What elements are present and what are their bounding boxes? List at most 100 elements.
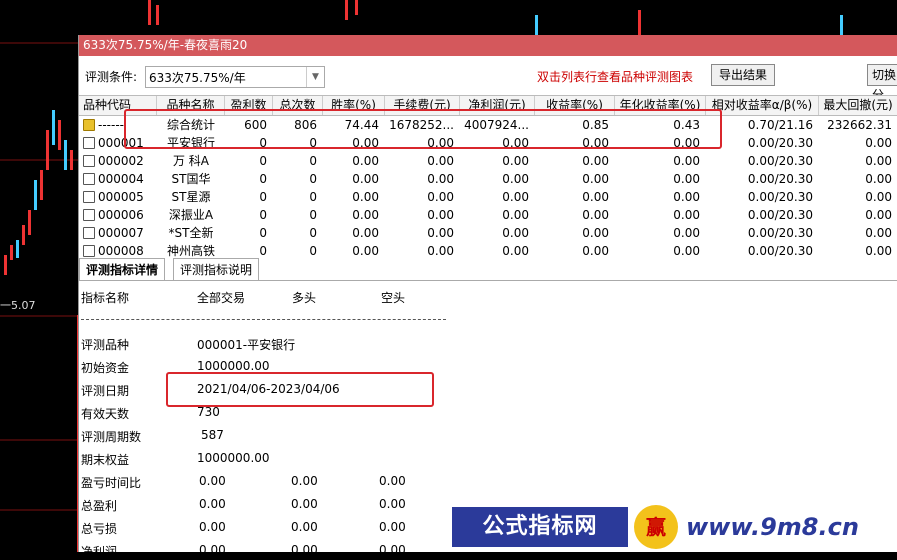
detail-label: 有效天数 xyxy=(81,407,130,421)
table-cell: 0 xyxy=(259,208,267,222)
table-cell: 0.70/21.16 xyxy=(747,118,813,132)
table-cell: 0.00 xyxy=(427,172,454,186)
detail-label: 评测周期数 xyxy=(81,430,142,444)
watermark: 公式指标网 赢 www.9m8.cn xyxy=(448,503,897,552)
cell-text: 000008 xyxy=(98,244,144,258)
column-header[interactable]: 相对收益率α/β(%) xyxy=(706,96,819,115)
detail-value: 1000000.00 xyxy=(197,359,270,373)
detail-label: 期末权益 xyxy=(81,453,130,467)
table-cell: 0.00 xyxy=(865,208,892,222)
table-row[interactable]: 000002 万 科A 0 0 0.00 0.00 0.00 0.00 0.00 0.00/20.… xyxy=(79,152,897,170)
cell-text: 000006 xyxy=(98,208,144,222)
summary-icon xyxy=(83,119,95,131)
detail-header-all: 全部交易 xyxy=(197,291,246,305)
table-cell: 232662.31 xyxy=(827,118,892,132)
table-cell: 0.00 xyxy=(673,190,700,204)
detail-value: 0.00 xyxy=(199,474,226,488)
table-cell: 000006 xyxy=(79,206,157,224)
table-cell: 0.00 xyxy=(582,172,609,186)
table-cell: 000007 xyxy=(79,224,157,242)
evaluation-dialog: 633次75.75%/年-春夜喜雨20 评测条件: 633次75.75%/年 ▼… xyxy=(78,35,897,559)
table-cell: 0.00 xyxy=(427,208,454,222)
table-cell: 0.00 xyxy=(673,154,700,168)
detail-label: 评测日期 xyxy=(81,384,130,398)
cell-text: 000007 xyxy=(98,226,144,240)
table-cell: 0.00 xyxy=(582,154,609,168)
document-icon xyxy=(83,245,95,257)
table-cell: 0 xyxy=(309,172,317,186)
table-cell: 0 xyxy=(259,190,267,204)
detail-value: 0.00 xyxy=(379,474,406,488)
tab-detail[interactable]: 评测指标详情 xyxy=(79,258,166,280)
condition-select[interactable]: 633次75.75%/年 ▼ xyxy=(145,66,325,88)
table-cell: 0 xyxy=(309,154,317,168)
column-header[interactable]: 最大回撤(元) xyxy=(819,96,897,115)
detail-label: 盈亏时间比 xyxy=(81,476,142,490)
table-cell: 0.00 xyxy=(502,208,529,222)
switch-button[interactable]: 切换分 xyxy=(867,64,897,102)
table-row[interactable]: 000004 ST国华 0 0 0.00 0.00 0.00 0.00 0.00 0.00/20.… xyxy=(79,170,897,188)
detail-header-short: 空头 xyxy=(381,291,406,305)
table-row[interactable]: 000006 深振业A 0 0 0.00 0.00 0.00 0.00 0.00 0.00/20.… xyxy=(79,206,897,224)
detail-header-name: 指标名称 xyxy=(81,291,130,305)
table-cell: 0.00 xyxy=(865,172,892,186)
cell-text: 000004 xyxy=(98,172,144,186)
tab-description[interactable]: 评测指标说明 xyxy=(173,258,260,280)
table-cell: 0.00/20.30 xyxy=(747,190,813,204)
detail-value: 0.00 xyxy=(379,497,406,511)
document-icon xyxy=(83,137,95,149)
table-cell: 0.00 xyxy=(673,208,700,222)
table-cell: 0.00 xyxy=(582,190,609,204)
table-cell: *ST全新 xyxy=(168,226,214,240)
table-cell: 0.00 xyxy=(427,154,454,168)
table-cell: 深振业A xyxy=(168,208,214,222)
table-row[interactable]: 000005 ST星源 0 0 0.00 0.00 0.00 0.00 0.00 0.00/20.… xyxy=(79,188,897,206)
dashed-divider xyxy=(81,319,446,320)
dialog-titlebar[interactable]: 633次75.75%/年-春夜喜雨20 xyxy=(79,35,897,56)
table-cell: 0.00 xyxy=(673,172,700,186)
table-cell: 0 xyxy=(309,208,317,222)
detail-value: 0.00 xyxy=(291,497,318,511)
hint-text: 双击列表行查看品种评测图表 xyxy=(537,70,694,84)
table-cell: 0.00 xyxy=(427,190,454,204)
table-cell: 0.00/20.30 xyxy=(747,154,813,168)
table-cell: 0.00/20.30 xyxy=(747,136,813,150)
condition-row: 评测条件: 633次75.75%/年 ▼ 双击列表行查看品种评测图表 导出结果 … xyxy=(79,56,897,102)
chevron-down-icon[interactable]: ▼ xyxy=(306,67,324,87)
coin-logo-icon: 赢 xyxy=(634,505,678,549)
table-cell: ST星源 xyxy=(171,190,211,204)
detail-value: 0.00 xyxy=(291,520,318,534)
detail-value: 0.00 xyxy=(379,520,406,534)
cell-text: ------ xyxy=(98,118,124,132)
detail-value: 0.00 xyxy=(379,543,406,557)
table-cell: 0.00 xyxy=(427,226,454,240)
detail-label: 评测品种 xyxy=(81,338,130,352)
price-label: 一5.07 xyxy=(0,299,36,312)
table-cell: 000004 xyxy=(79,170,157,188)
detail-header-long: 多头 xyxy=(292,291,317,305)
detail-label: 初始资金 xyxy=(81,361,130,375)
watermark-site-name: 公式指标网 xyxy=(452,507,628,547)
cell-text: 000002 xyxy=(98,154,144,168)
table-cell: 0.00/20.30 xyxy=(747,208,813,222)
detail-value: 587 xyxy=(201,428,224,442)
detail-tabs: 评测指标详情 评测指标说明 xyxy=(79,258,897,281)
table-cell: 0 xyxy=(259,172,267,186)
table-cell: 0.00 xyxy=(582,208,609,222)
detail-value: 0.00 xyxy=(199,520,226,534)
export-button[interactable]: 导出结果 xyxy=(711,64,775,86)
table-cell: 0.00 xyxy=(352,172,379,186)
detail-label: 总亏损 xyxy=(81,522,118,536)
table-cell: 0.00 xyxy=(352,226,379,240)
condition-label: 评测条件: xyxy=(85,70,138,84)
detail-value: 0.00 xyxy=(291,543,318,557)
document-icon xyxy=(83,173,95,185)
annotation-date-box xyxy=(166,372,434,407)
table-row[interactable]: 000007 *ST全新 0 0 0.00 0.00 0.00 0.00 0.00 0.00/20… xyxy=(79,224,897,242)
table-cell: 0.00 xyxy=(865,154,892,168)
detail-value: 0.00 xyxy=(199,497,226,511)
chart-grid xyxy=(0,42,78,511)
table-cell: 0.00 xyxy=(352,208,379,222)
table-cell: 0.00 xyxy=(502,172,529,186)
detail-value: 000001-平安银行 xyxy=(197,338,296,352)
